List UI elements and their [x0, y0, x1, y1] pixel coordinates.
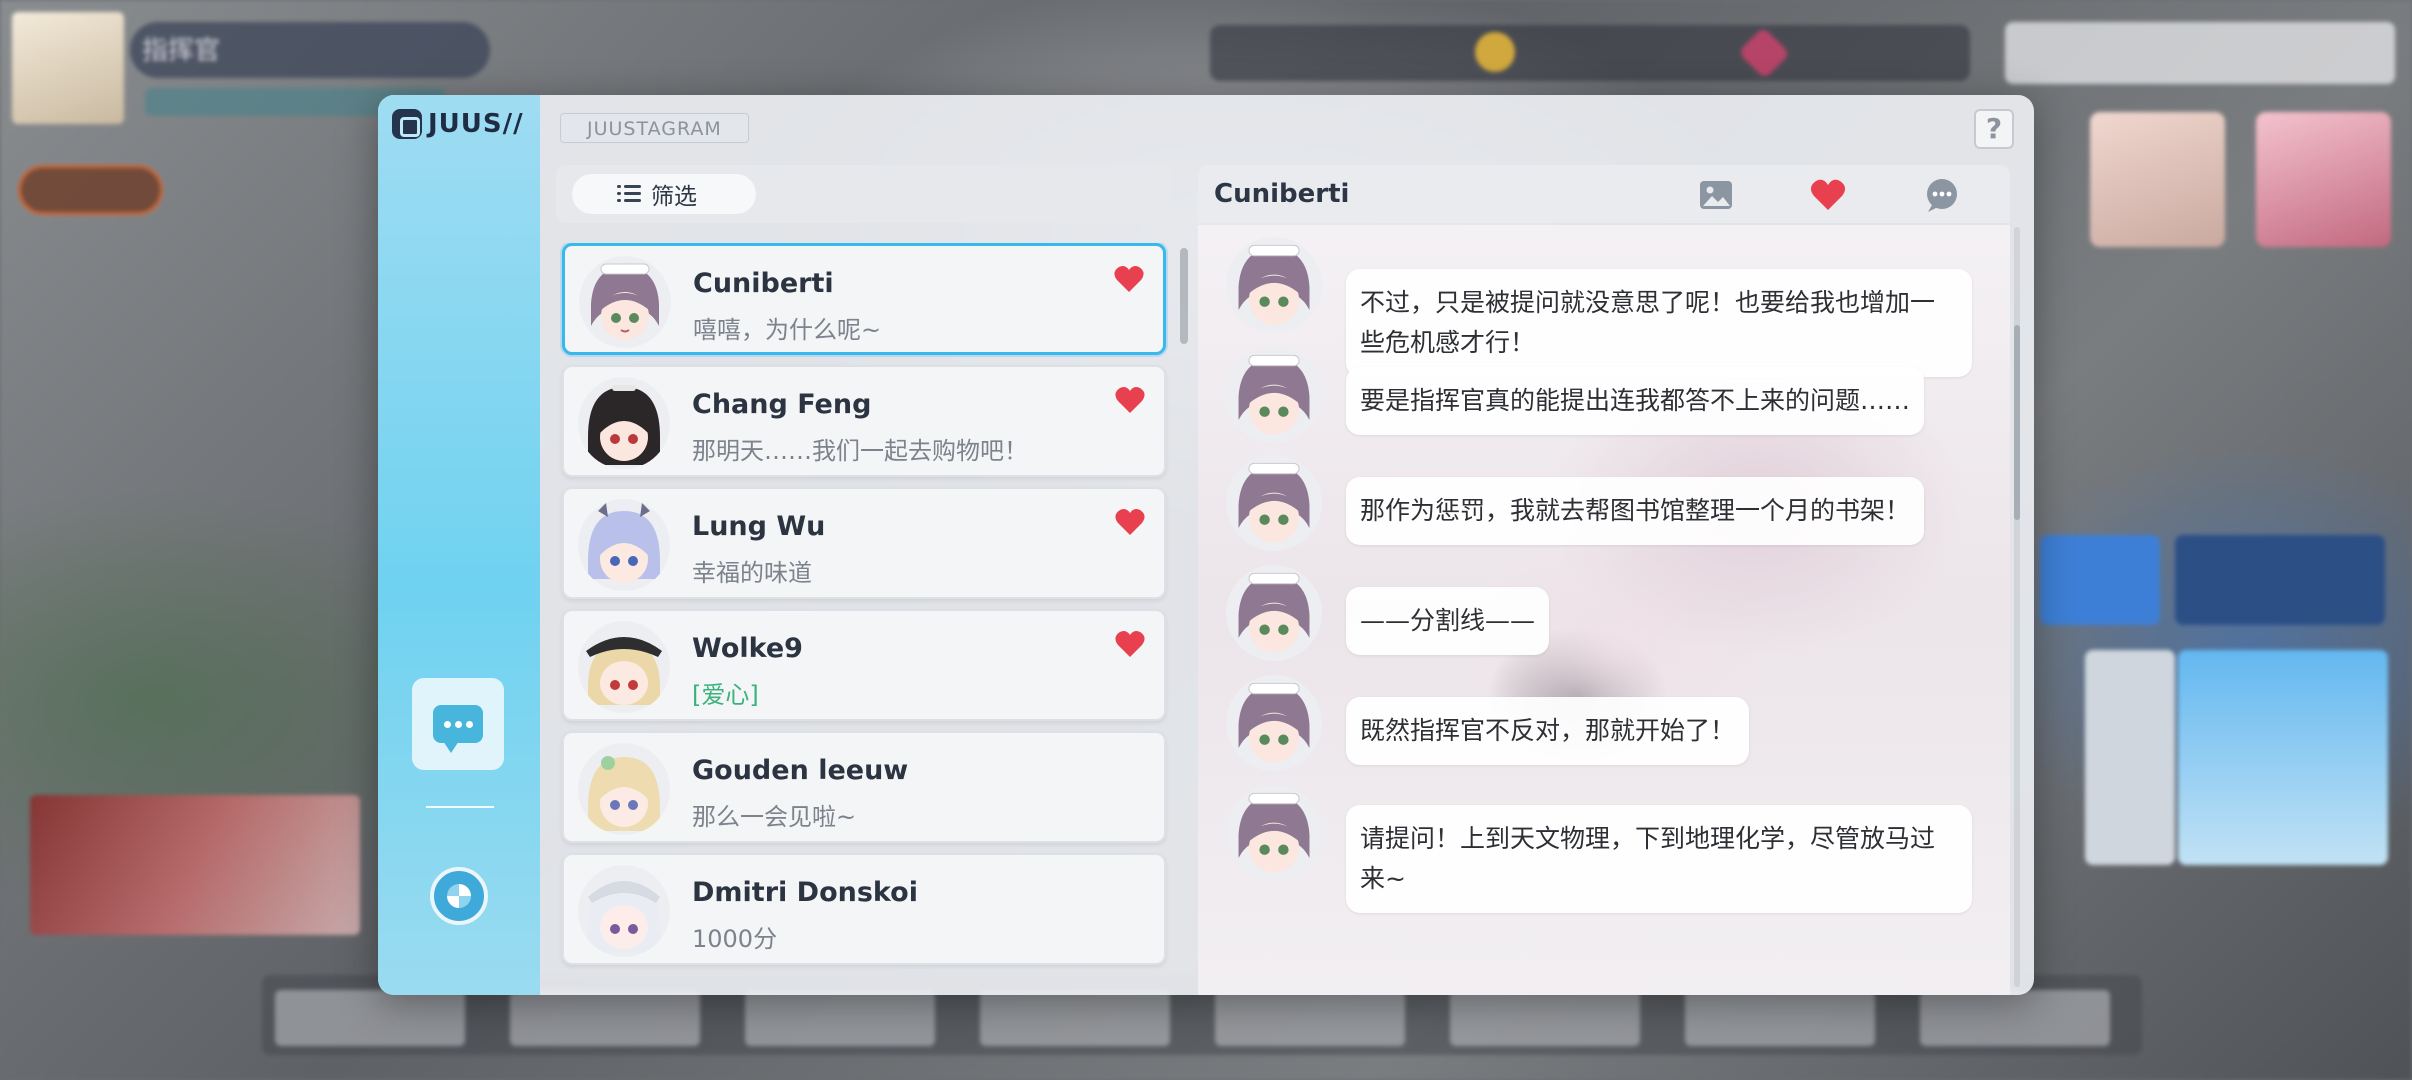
message-bubble: 要是指挥官真的能提出连我都答不上来的问题……	[1346, 367, 1925, 435]
heart-icon[interactable]	[1113, 264, 1145, 294]
heart-icon[interactable]	[1114, 385, 1146, 415]
avatar	[1226, 785, 1322, 881]
comment-icon[interactable]	[1922, 175, 1962, 215]
logo-text: JUUS//	[428, 109, 524, 139]
contact-last-message: 幸福的味道	[692, 559, 812, 587]
contact-name: Lung Wu	[692, 511, 826, 542]
contact-name: Cuniberti	[693, 268, 834, 299]
event-banner	[30, 795, 360, 935]
list-icon	[617, 185, 641, 203]
heart-icon[interactable]	[1114, 629, 1146, 659]
juus-logo-icon	[392, 109, 422, 139]
aperture-icon[interactable]	[430, 867, 488, 925]
top-menu-bar	[2005, 22, 2395, 84]
heart-icon[interactable]	[1808, 175, 1848, 215]
event-card	[2040, 535, 2160, 625]
contact-list-scrollbar[interactable]	[1180, 248, 1188, 344]
chat-scrollbar[interactable]	[2014, 325, 2020, 520]
avatar	[1226, 565, 1322, 661]
avatar	[1226, 237, 1322, 333]
bottom-menu-slot	[1920, 990, 2110, 1046]
bottom-menu-slot	[275, 990, 465, 1046]
contact-last-message: 1000分	[692, 925, 778, 953]
contact-name: Gouden leeuw	[692, 755, 909, 786]
juus-logo: JUUS//	[392, 109, 524, 139]
contact-item-lung-wu[interactable]: Lung Wu 幸福的味道	[562, 487, 1166, 599]
avatar	[578, 621, 670, 713]
chat-header: Cuniberti	[1198, 165, 2010, 223]
avatar	[578, 865, 670, 957]
message-bubble: ——分割线——	[1346, 587, 1550, 655]
contact-last-message: [爱心]	[692, 681, 759, 709]
event-card	[2085, 650, 2175, 865]
messages-tab-button[interactable]	[412, 678, 504, 770]
sidebar-divider	[426, 806, 494, 808]
avatar	[1226, 347, 1322, 443]
contact-item-dmitri-donskoi[interactable]: Dmitri Donskoi 1000分	[562, 853, 1166, 965]
filter-label: 筛选	[651, 184, 697, 210]
bottom-menu-slot	[745, 990, 935, 1046]
event-card	[2178, 650, 2388, 865]
heart-icon[interactable]	[1114, 507, 1146, 537]
contact-list: Cuniberti 嘻嘻，为什么呢~ Chang Feng 那明天……我们一起去…	[556, 243, 1172, 983]
avatar	[579, 256, 671, 348]
avatar	[578, 743, 670, 835]
message-bubble: 不过，只是被提问就没意思了呢！也要给我也增加一些危机感才行！	[1346, 269, 1972, 377]
sidebar: JUUS//	[378, 95, 540, 995]
juus-panel: JUUS// JUUSTAGRAM ? 筛选 Cuniberti 嘻嘻，为什么呢…	[378, 95, 2034, 995]
player-avatar	[12, 12, 124, 124]
contact-name: Chang Feng	[692, 389, 872, 420]
filter-button[interactable]: 筛选	[572, 174, 756, 214]
chat-title: Cuniberti	[1214, 179, 1350, 209]
avatar	[578, 499, 670, 591]
coin-icon	[1475, 32, 1515, 72]
avatar	[1226, 455, 1322, 551]
avatar	[578, 377, 670, 469]
contact-item-cuniberti[interactable]: Cuniberti 嘻嘻，为什么呢~	[562, 243, 1166, 355]
contact-name: Wolke9	[692, 633, 803, 664]
bottom-menu-slot	[1450, 990, 1640, 1046]
bottom-menu-slot	[980, 990, 1170, 1046]
message-bubble: 请提问！上到天文物理，下到地理化学，尽管放马过来~	[1346, 805, 1972, 913]
bottom-menu-slot	[1685, 990, 1875, 1046]
resource-bar	[1210, 25, 1970, 81]
message-bubble: 既然指挥官不反对，那就开始了！	[1346, 697, 1750, 765]
image-icon[interactable]	[1696, 175, 1736, 215]
app-label: JUUSTAGRAM	[560, 113, 749, 143]
filter-bar: 筛选	[556, 165, 1172, 223]
shipgirl-thumbnail	[2090, 112, 2225, 247]
shipgirl-thumbnail	[2256, 112, 2391, 247]
contact-last-message: 那明天……我们一起去购物吧！	[692, 437, 1028, 465]
event-pill	[18, 165, 163, 215]
chat-messages: 不过，只是被提问就没意思了呢！也要给我也增加一些危机感才行！ 要是指挥官真的能提…	[1198, 225, 2010, 995]
help-button[interactable]: ?	[1974, 109, 2014, 149]
avatar	[1226, 675, 1322, 771]
contact-name: Dmitri Donskoi	[692, 877, 918, 908]
bottom-menu-slot	[510, 990, 700, 1046]
player-name: 指挥官	[142, 36, 221, 66]
contact-item-chang-feng[interactable]: Chang Feng 那明天……我们一起去购物吧！	[562, 365, 1166, 477]
bottom-menu-slot	[1215, 990, 1405, 1046]
chat-icon	[433, 705, 483, 753]
message-bubble: 那作为惩罚，我就去帮图书馆整理一个月的书架！	[1346, 477, 1925, 545]
contact-item-wolke9[interactable]: Wolke9 [爱心]	[562, 609, 1166, 721]
contact-item-gouden-leeuw[interactable]: Gouden leeuw 那么一会见啦~	[562, 731, 1166, 843]
contact-last-message: 嘻嘻，为什么呢~	[693, 316, 882, 344]
event-card	[2175, 535, 2385, 625]
contact-last-message: 那么一会见啦~	[692, 803, 857, 831]
